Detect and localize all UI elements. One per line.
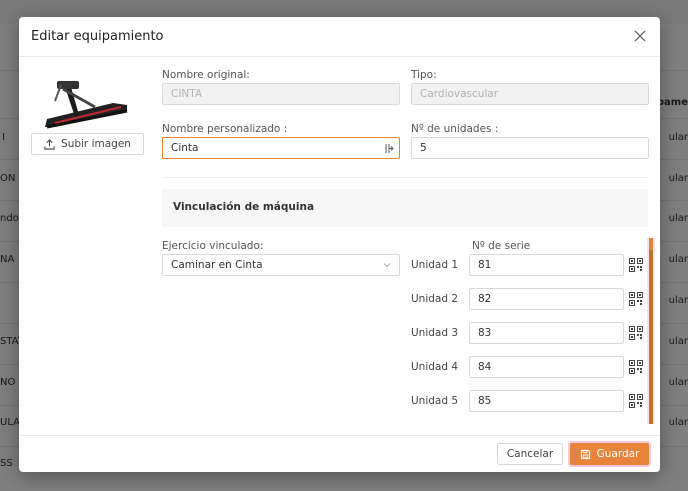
units-label: Nº de unidades :	[411, 123, 499, 135]
cancel-button[interactable]: Cancelar	[497, 443, 563, 465]
qr-code-icon[interactable]	[629, 326, 643, 340]
linked-exercise-label: Ejercicio vinculado:	[162, 240, 264, 252]
upload-icon	[44, 138, 55, 150]
treadmill-image	[45, 81, 128, 129]
modal-header: Editar equipamiento	[19, 17, 660, 57]
scrollbar-cap	[649, 238, 653, 250]
chevron-down-icon	[383, 263, 391, 268]
save-button[interactable]: Guardar	[570, 443, 649, 465]
original-name-label: Nombre original:	[162, 69, 250, 81]
unit-label: Unidad 1	[411, 259, 459, 271]
units-input[interactable]: 5	[411, 137, 649, 159]
text-cursor-icon	[385, 144, 394, 153]
unit-label: Unidad 5	[411, 395, 459, 407]
original-name-field: CINTA	[162, 83, 400, 105]
upload-image-button[interactable]: Subir imagen	[31, 133, 144, 155]
machine-link-section: Vinculación de máquina	[162, 189, 648, 227]
unit-label: Unidad 4	[411, 361, 459, 373]
footer-divider	[19, 435, 660, 436]
scrollbar-thumb[interactable]	[649, 238, 653, 424]
serial-input[interactable]: 83	[469, 322, 624, 344]
qr-code-icon[interactable]	[629, 258, 643, 272]
type-label: Tipo:	[411, 69, 437, 81]
serial-input[interactable]: 85	[469, 390, 624, 412]
save-icon	[580, 449, 590, 459]
section-divider	[162, 177, 648, 178]
edit-equipment-modal: Editar equipamiento Subir imagen Nombre …	[19, 17, 660, 472]
type-field: Cardiovascular	[411, 83, 649, 105]
qr-code-icon[interactable]	[629, 292, 643, 306]
custom-name-text[interactable]	[171, 138, 391, 158]
upload-image-label: Subir imagen	[61, 138, 131, 150]
serial-input[interactable]: 84	[469, 356, 624, 378]
custom-name-input[interactable]	[162, 137, 400, 159]
modal-title: Editar equipamiento	[31, 29, 164, 44]
save-label: Guardar	[596, 448, 640, 460]
serial-input[interactable]: 81	[469, 254, 624, 276]
unit-label: Unidad 2	[411, 293, 459, 305]
linked-exercise-value: Caminar en Cinta	[171, 259, 263, 271]
qr-code-icon[interactable]	[629, 394, 643, 408]
linked-exercise-select[interactable]: Caminar en Cinta	[162, 254, 400, 276]
close-icon[interactable]	[632, 28, 648, 44]
unit-label: Unidad 3	[411, 327, 459, 339]
section-title: Vinculación de máquina	[173, 201, 315, 213]
serial-input[interactable]: 82	[469, 288, 624, 310]
serial-header: Nº de serie	[472, 240, 531, 252]
qr-code-icon[interactable]	[629, 360, 643, 374]
custom-name-label: Nombre personalizado :	[162, 123, 288, 135]
